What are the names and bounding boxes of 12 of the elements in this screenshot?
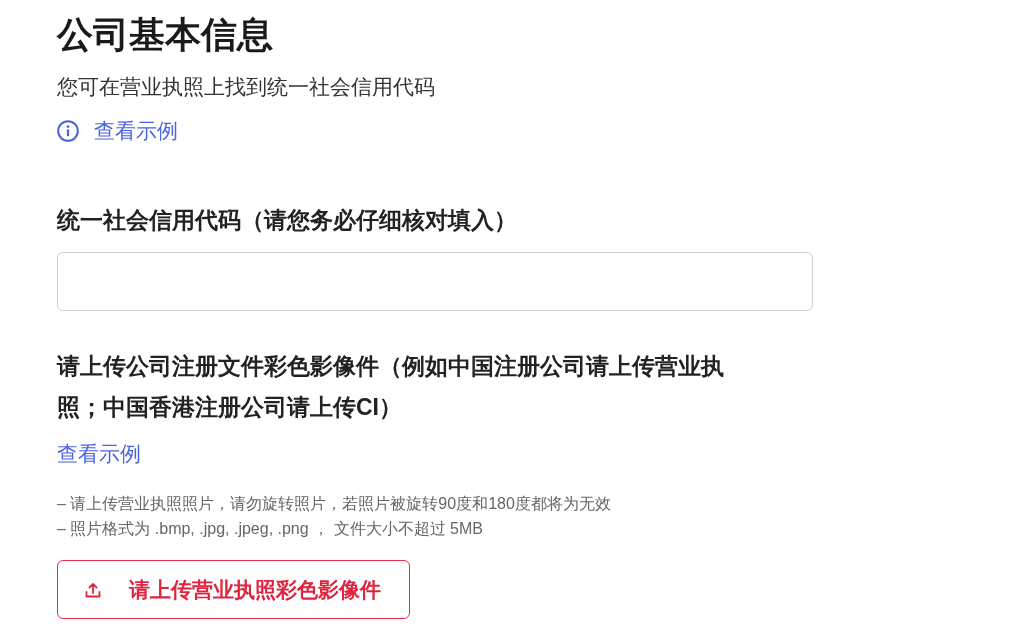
upload-icon [85,581,101,598]
upload-button[interactable]: 请上传营业执照彩色影像件 [57,560,410,619]
upload-note: – 照片格式为 .bmp, .jpg, .jpeg, .png ， 文件大小不超过 5MB [57,519,484,539]
upload-note: – 请上传营业执照照片，请勿旋转照片，若照片被旋转90度和180度都将为无效 [57,494,612,514]
page-title: 公司基本信息 [57,13,274,57]
view-example-link[interactable]: 查看示例 [57,439,141,469]
intro-text: 您可在营业执照上找到统一社会信用代码 [57,74,436,100]
credit-code-label: 统一社会信用代码（请您务必仔细核对填入） [57,206,518,235]
upload-label: 请上传公司注册文件彩色影像件（例如中国注册公司请上传营业执照；中国香港注册公司请上传CI） [57,352,725,422]
info-icon [57,120,79,142]
view-example-link[interactable]: 查看示例 [57,116,178,146]
credit-code-input[interactable] [57,252,813,311]
